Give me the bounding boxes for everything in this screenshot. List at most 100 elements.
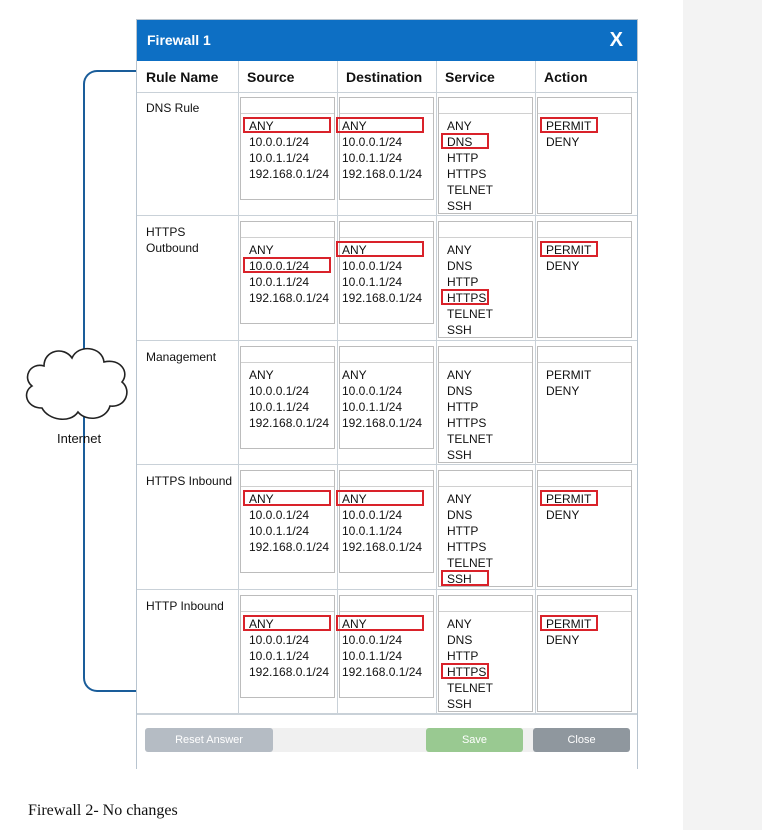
listbox-header bbox=[241, 347, 334, 363]
destination-option[interactable]: 10.0.1.1/24 bbox=[342, 150, 402, 166]
action-option[interactable]: DENY bbox=[546, 383, 579, 399]
action-option[interactable]: DENY bbox=[546, 507, 579, 523]
listbox-header bbox=[241, 98, 334, 114]
listbox-header bbox=[439, 596, 532, 612]
selection-highlight bbox=[243, 257, 331, 274]
source-option[interactable]: 10.0.1.1/24 bbox=[249, 150, 309, 166]
service-option[interactable]: SSH bbox=[447, 447, 472, 463]
selection-highlight bbox=[441, 570, 489, 587]
destination-option[interactable]: 192.168.0.1/24 bbox=[342, 166, 422, 182]
destination-option[interactable]: 10.0.0.1/24 bbox=[342, 507, 402, 523]
selection-highlight bbox=[336, 490, 424, 507]
close-icon[interactable]: X bbox=[610, 29, 623, 52]
service-option[interactable]: HTTP bbox=[447, 274, 478, 290]
selection-highlight bbox=[243, 117, 331, 133]
selection-highlight bbox=[441, 662, 489, 679]
service-option[interactable]: TELNET bbox=[447, 306, 493, 322]
caption: Firewall 2- No changes bbox=[28, 802, 178, 819]
service-option[interactable]: TELNET bbox=[447, 182, 493, 198]
service-option[interactable]: TELNET bbox=[447, 431, 493, 447]
service-option[interactable]: TELNET bbox=[447, 555, 493, 571]
source-option[interactable]: ANY bbox=[249, 242, 274, 258]
action-listbox[interactable] bbox=[537, 97, 632, 214]
service-option[interactable]: ANY bbox=[447, 616, 472, 632]
source-option[interactable]: 10.0.1.1/24 bbox=[249, 274, 309, 290]
service-option[interactable]: ANY bbox=[447, 367, 472, 383]
service-option[interactable]: HTTPS bbox=[447, 539, 486, 555]
source-option[interactable]: 10.0.0.1/24 bbox=[249, 507, 309, 523]
action-option[interactable]: DENY bbox=[546, 632, 579, 648]
close-button[interactable]: Close bbox=[533, 728, 630, 752]
source-option[interactable]: 192.168.0.1/24 bbox=[249, 539, 329, 555]
service-option[interactable]: HTTPS bbox=[447, 166, 486, 182]
action-option[interactable]: DENY bbox=[546, 258, 579, 274]
service-option[interactable]: TELNET bbox=[447, 680, 493, 696]
source-option[interactable]: 10.0.0.1/24 bbox=[249, 632, 309, 648]
rule-row: HTTPS Inbound ANY 10.0.0.1/24 10.0.1.1/24 19… bbox=[137, 465, 637, 590]
action-listbox[interactable] bbox=[537, 470, 632, 588]
source-option[interactable]: 10.0.0.1/24 bbox=[249, 383, 309, 399]
listbox-header bbox=[538, 347, 631, 363]
destination-option[interactable]: 10.0.0.1/24 bbox=[342, 632, 402, 648]
service-option[interactable]: HTTP bbox=[447, 399, 478, 415]
dialog-title: Firewall 1 bbox=[147, 32, 211, 48]
source-option[interactable]: 192.168.0.1/24 bbox=[249, 664, 329, 680]
rule-row: HTTP Inbound ANY 10.0.0.1/24 10.0.1.1/24 192… bbox=[137, 590, 637, 714]
destination-option[interactable]: 10.0.1.1/24 bbox=[342, 274, 402, 290]
service-option[interactable]: HTTPS bbox=[447, 415, 486, 431]
service-option[interactable]: ANY bbox=[447, 242, 472, 258]
rule-row: Management ANY 10.0.0.1/24 10.0.1.1/24 192.1… bbox=[137, 341, 637, 466]
rules-table-header: Rule Name Source Destination Service Act… bbox=[137, 61, 637, 93]
destination-option[interactable]: 10.0.0.1/24 bbox=[342, 383, 402, 399]
source-option[interactable]: 10.0.1.1/24 bbox=[249, 399, 309, 415]
listbox-header bbox=[439, 222, 532, 239]
source-option[interactable]: 192.168.0.1/24 bbox=[249, 166, 329, 182]
service-option[interactable]: HTTP bbox=[447, 523, 478, 539]
destination-option[interactable]: 10.0.1.1/24 bbox=[342, 399, 402, 415]
rule-row: DNS Rule ANY 10.0.0.1/24 10.0.1.1/24 192.168… bbox=[137, 92, 637, 217]
source-option[interactable]: 10.0.0.1/24 bbox=[249, 134, 309, 150]
source-option[interactable]: 192.168.0.1/24 bbox=[249, 290, 329, 306]
service-option[interactable]: ANY bbox=[447, 491, 472, 507]
reset-answer-button[interactable]: Reset Answer bbox=[145, 728, 273, 752]
listbox-header bbox=[439, 98, 532, 114]
action-listbox[interactable] bbox=[537, 221, 632, 339]
destination-option[interactable]: 192.168.0.1/24 bbox=[342, 415, 422, 431]
service-option[interactable]: SSH bbox=[447, 198, 472, 214]
source-option[interactable]: 10.0.1.1/24 bbox=[249, 648, 309, 664]
destination-option[interactable]: 10.0.0.1/24 bbox=[342, 134, 402, 150]
action-listbox[interactable] bbox=[537, 594, 632, 712]
action-option[interactable]: DENY bbox=[546, 134, 579, 150]
service-option[interactable]: DNS bbox=[447, 507, 472, 523]
action-option[interactable]: PERMIT bbox=[546, 367, 591, 383]
destination-option[interactable]: 10.0.1.1/24 bbox=[342, 523, 402, 539]
source-option[interactable]: 10.0.1.1/24 bbox=[249, 523, 309, 539]
rule-name: HTTPS Inbound bbox=[146, 474, 233, 489]
source-option[interactable]: ANY bbox=[249, 367, 274, 383]
service-option[interactable]: DNS bbox=[447, 383, 472, 399]
action-listbox[interactable] bbox=[537, 345, 632, 463]
service-option[interactable]: SSH bbox=[447, 322, 472, 338]
destination-option[interactable]: ANY bbox=[342, 367, 367, 383]
service-option[interactable]: DNS bbox=[447, 632, 472, 648]
rule-row: HTTPS Outbound ANY 10.0.0.1/24 10.0.1.1/24 1… bbox=[137, 216, 637, 341]
destination-option[interactable]: 192.168.0.1/24 bbox=[342, 290, 422, 306]
destination-option[interactable]: 192.168.0.1/24 bbox=[342, 664, 422, 680]
listbox-header bbox=[538, 596, 631, 612]
source-option[interactable]: 192.168.0.1/24 bbox=[249, 415, 329, 431]
service-option[interactable]: DNS bbox=[447, 258, 472, 274]
listbox-header bbox=[439, 347, 532, 363]
service-option[interactable]: ANY bbox=[447, 118, 472, 134]
destination-option[interactable]: 10.0.0.1/24 bbox=[342, 258, 402, 274]
listbox-header bbox=[241, 222, 334, 239]
listbox-header bbox=[340, 347, 433, 363]
service-option[interactable]: SSH bbox=[447, 696, 472, 712]
destination-option[interactable]: 192.168.0.1/24 bbox=[342, 539, 422, 555]
destination-option[interactable]: 10.0.1.1/24 bbox=[342, 648, 402, 664]
listbox-header bbox=[538, 222, 631, 239]
service-option[interactable]: HTTP bbox=[447, 150, 478, 166]
internet-label: Internet bbox=[57, 431, 102, 446]
service-option[interactable]: HTTP bbox=[447, 648, 478, 664]
save-button[interactable]: Save bbox=[426, 728, 523, 752]
rule-name: Management bbox=[146, 349, 217, 364]
